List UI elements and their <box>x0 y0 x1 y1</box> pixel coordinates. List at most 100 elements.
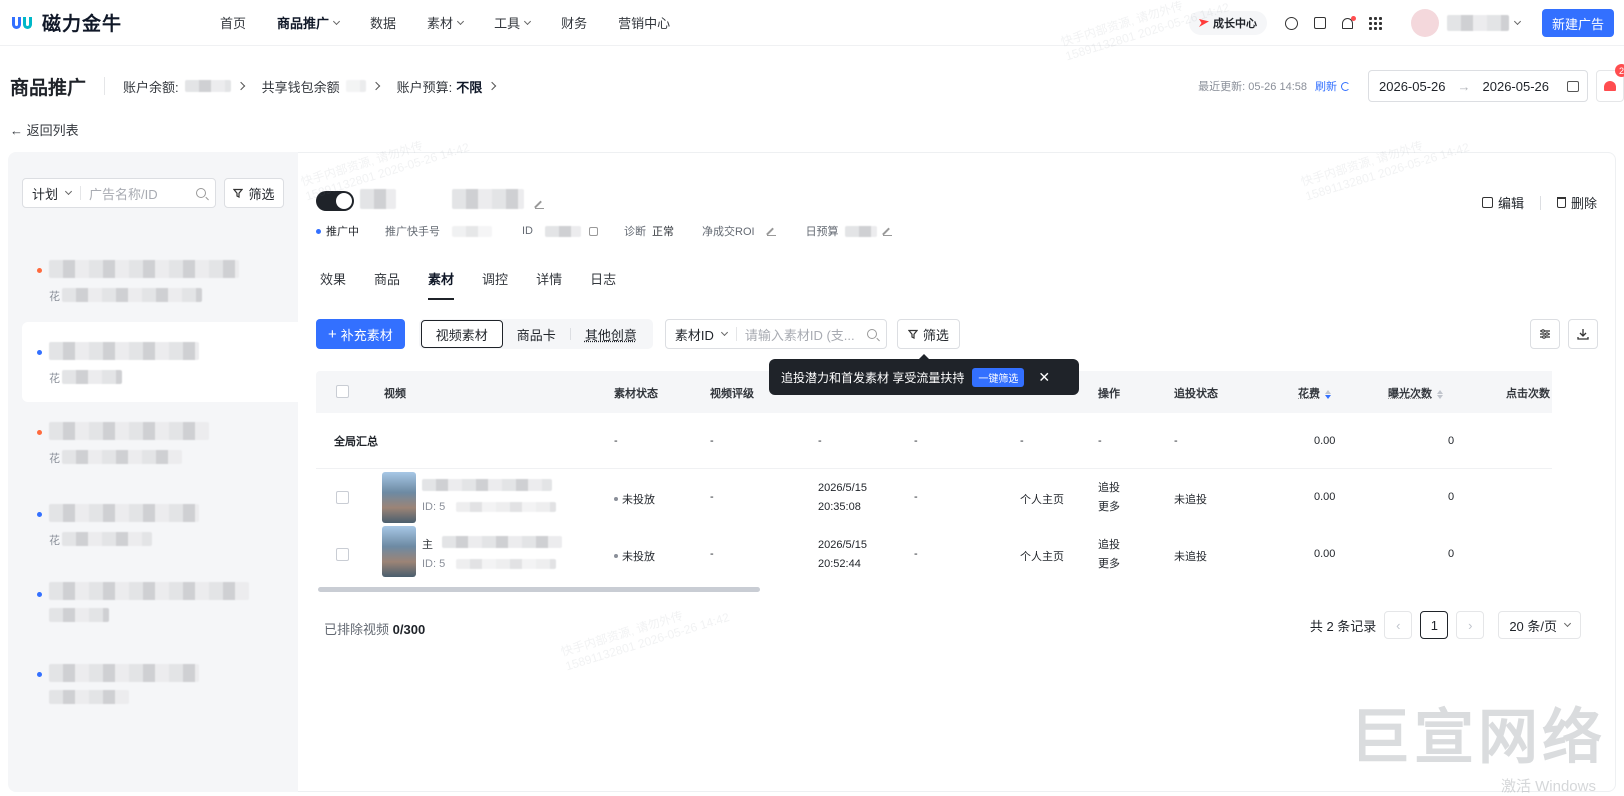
tab-log[interactable]: 日志 <box>590 269 616 300</box>
last-update-text: 最近更新: 05-26 14:58 <box>1198 81 1307 93</box>
apps-grid-icon[interactable] <box>1369 16 1383 30</box>
account-balance[interactable]: 账户余额: <box>123 77 245 96</box>
tab-materials[interactable]: 素材 <box>428 269 455 300</box>
sliders-icon <box>1540 329 1550 339</box>
roi-label: 净成交ROI <box>702 226 755 238</box>
video-thumbnail[interactable] <box>382 472 416 523</box>
delete-button[interactable]: 删除 <box>1556 193 1597 212</box>
date-range-picker[interactable]: 2026-05-26 → 2026-05-26 <box>1368 70 1588 102</box>
row-impressions: 0 <box>1448 548 1455 560</box>
coin-icon[interactable] <box>1285 16 1299 30</box>
one-click-filter-button[interactable]: 一键筛选 <box>972 367 1025 387</box>
row-checkbox[interactable] <box>336 548 349 561</box>
search-input[interactable]: 广告名称/ID <box>89 184 196 203</box>
follow-invest-link[interactable]: 追投 <box>1098 482 1120 494</box>
refresh-button[interactable]: 刷新 <box>1315 78 1350 94</box>
new-ad-button[interactable]: 新建广告 <box>1541 9 1614 37</box>
nav-item-data[interactable]: 数据 <box>370 13 396 32</box>
list-item[interactable] <box>22 570 298 650</box>
table-row[interactable]: 主 ID: 5 未投放 - 2026/5/15 20:52:44 - 个人主页 追… <box>316 526 1552 583</box>
column-settings-button[interactable] <box>1530 319 1560 349</box>
list-item-selected[interactable]: 花 <box>22 322 298 402</box>
tab-details[interactable]: 详情 <box>536 269 562 300</box>
create-date: 2026/5/15 <box>818 482 867 494</box>
video-title-redacted <box>442 536 562 548</box>
edit-roi-icon[interactable] <box>766 227 776 236</box>
follow-invest-link[interactable]: 追投 <box>1098 539 1120 551</box>
shared-wallet-balance[interactable]: 共享钱包余额 <box>262 77 380 96</box>
prev-page-button[interactable]: ‹ <box>1384 611 1413 639</box>
download-button[interactable] <box>1568 319 1598 349</box>
row-cost: 0.00 <box>1314 491 1336 503</box>
copy-icon[interactable] <box>589 226 598 236</box>
brand-logo[interactable]: 磁力金牛 <box>10 9 220 36</box>
material-filter-button[interactable]: 筛选 <box>896 319 960 349</box>
ad-title-redacted <box>360 189 396 209</box>
table-row[interactable]: ID: 5 未投放 - 2026/5/15 20:35:08 - 个人主页 追投更… <box>316 469 1552 526</box>
material-id-search[interactable]: 素材ID 请输入素材ID (支... <box>664 319 887 349</box>
excluded-label: 已排除视频 <box>324 622 390 637</box>
edit-button[interactable]: 编辑 <box>1481 193 1524 212</box>
nav-item-marketing-center[interactable]: 营销中心 <box>618 13 670 32</box>
col-impressions[interactable]: 曝光次数 <box>1388 385 1443 401</box>
search-icon[interactable] <box>866 329 877 339</box>
more-link[interactable]: 更多 <box>1098 558 1120 570</box>
create-clock: 20:35:08 <box>818 501 861 513</box>
budget-label: 账户预算: <box>396 79 453 95</box>
tab-products[interactable]: 商品 <box>374 269 400 300</box>
avatar[interactable] <box>1410 9 1439 37</box>
nav-item-product-promotion[interactable]: 商品推广 <box>277 13 341 32</box>
growth-center-button[interactable]: 成长中心 <box>1188 11 1267 35</box>
toolbar-right <box>1522 319 1598 349</box>
list-item[interactable]: 花 <box>22 488 298 568</box>
back-to-list-link[interactable]: ← 返回列表 <box>10 120 79 139</box>
video-title-redacted <box>422 479 552 491</box>
search-icon[interactable] <box>196 188 206 198</box>
close-icon[interactable]: ✕ <box>1038 369 1050 386</box>
account-budget[interactable]: 账户预算: 不限 <box>396 77 497 96</box>
segment-video[interactable]: 视频素材 <box>420 320 503 348</box>
kuaishou-account-label: 推广快手号 <box>385 226 440 238</box>
ad-enable-toggle[interactable] <box>316 191 354 211</box>
edit-doc-icon[interactable] <box>1313 16 1327 30</box>
add-material-label: 补充素材 <box>340 327 393 343</box>
nav-item-finance[interactable]: 财务 <box>561 13 587 32</box>
id-type-select[interactable]: 素材ID <box>675 325 714 344</box>
bell-icon[interactable] <box>1341 15 1357 30</box>
edit-pencil-icon[interactable] <box>535 200 545 209</box>
alarm-button[interactable]: 2 <box>1596 64 1624 102</box>
source-homepage: 个人主页 <box>1020 494 1064 506</box>
edit-budget-icon[interactable] <box>882 227 892 236</box>
cell-dash: - <box>1098 434 1102 447</box>
chevron-down-icon[interactable] <box>1513 17 1522 26</box>
list-item[interactable] <box>22 654 298 734</box>
ad-meta-redacted <box>49 690 129 704</box>
tab-effect[interactable]: 效果 <box>320 269 346 300</box>
scope-select[interactable]: 计划 <box>32 184 58 203</box>
nav-item-material[interactable]: 素材 <box>427 13 465 32</box>
tab-control[interactable]: 调控 <box>482 269 508 300</box>
row-checkbox[interactable] <box>336 491 349 504</box>
add-material-button[interactable]: + 补充素材 <box>316 319 405 349</box>
segment-other-creative[interactable]: 其他创意 <box>571 320 651 348</box>
shared-wallet-value-redacted <box>345 80 366 92</box>
video-thumbnail[interactable] <box>382 526 416 577</box>
date-start: 2026-05-26 <box>1379 78 1446 94</box>
page-size-select[interactable]: 20 条/页 <box>1498 611 1581 639</box>
next-page-button[interactable]: › <box>1456 611 1485 639</box>
col-cost[interactable]: 花费 <box>1298 385 1331 401</box>
nav-item-tools[interactable]: 工具 <box>494 13 532 32</box>
growth-center-label: 成长中心 <box>1212 18 1257 30</box>
list-item[interactable]: 花 <box>22 244 298 324</box>
list-item[interactable]: 花 <box>22 404 298 484</box>
material-id-input[interactable]: 请输入素材ID (支... <box>745 325 867 344</box>
select-all-checkbox[interactable] <box>336 385 349 398</box>
ad-search-field[interactable]: 计划 广告名称/ID <box>22 178 216 208</box>
video-id: ID: 5 <box>422 558 446 570</box>
more-link[interactable]: 更多 <box>1098 501 1120 513</box>
filter-button[interactable]: 筛选 <box>224 178 284 208</box>
nav-item-home[interactable]: 首页 <box>220 13 246 32</box>
segment-product-card[interactable]: 商品卡 <box>503 320 570 348</box>
horizontal-scrollbar[interactable] <box>318 587 760 592</box>
page-number[interactable]: 1 <box>1420 611 1449 639</box>
